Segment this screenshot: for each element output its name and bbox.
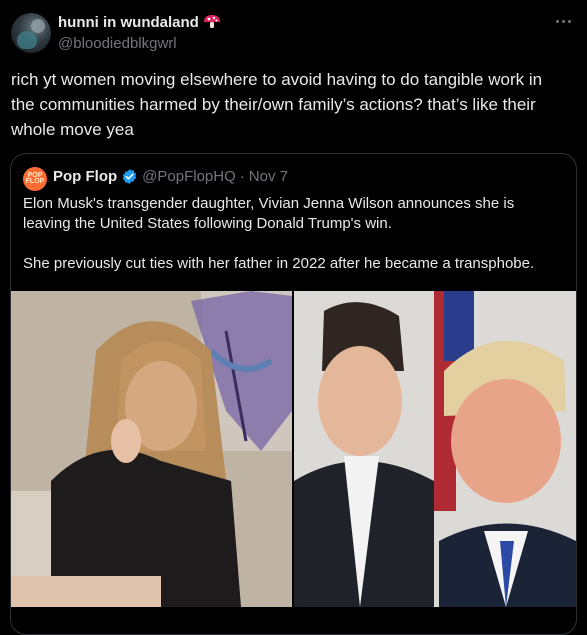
quote-date[interactable]: Nov 7: [249, 168, 288, 185]
quote-media[interactable]: [11, 291, 576, 607]
author-avatar[interactable]: [11, 13, 51, 53]
quoted-tweet[interactable]: POP FLOP Pop Flop @PopFlopHQ · Nov 7 Elo…: [10, 153, 577, 635]
quote-handle[interactable]: @PopFlopHQ: [142, 168, 236, 185]
avatar-highlight: [31, 19, 45, 33]
tweet-text: rich yt women moving elsewhere to avoid …: [11, 67, 571, 142]
quote-header: Pop Flop @PopFlopHQ · Nov 7: [53, 168, 288, 185]
more-options-icon[interactable]: [556, 14, 578, 28]
author-name-row: hunni in wundaland: [58, 13, 221, 31]
verified-badge-icon: [122, 169, 137, 184]
quote-line: Elon Musk's transgender daughter, Vivian…: [23, 195, 515, 212]
photo-right-illustration: [294, 291, 576, 607]
photo-right[interactable]: [294, 291, 576, 607]
photo-left-illustration: [11, 291, 292, 607]
quote-line: She previously cut ties with her father …: [23, 255, 535, 272]
tweet-line: rich yt women moving elsewhere to avoid …: [11, 70, 543, 89]
quote-avatar[interactable]: POP FLOP: [23, 167, 47, 191]
dot: [562, 19, 565, 23]
tweet-line: the communities harmed by their/own fami…: [11, 95, 536, 114]
quote-separator: ·: [239, 168, 245, 185]
quote-avatar-logo: POP FLOP: [25, 172, 45, 185]
quote-display-name[interactable]: Pop Flop: [53, 168, 117, 185]
tweet-line: whole move yea: [11, 120, 134, 139]
quote-line: leaving the United States following Dona…: [23, 215, 392, 232]
dot: [556, 19, 559, 23]
photo-left[interactable]: [11, 291, 292, 607]
quote-line: [23, 234, 563, 254]
quote-text: Elon Musk's transgender daughter, Vivian…: [23, 194, 563, 274]
avatar-figure: [17, 31, 37, 49]
author-display-name[interactable]: hunni in wundaland: [58, 14, 199, 31]
dot: [568, 19, 571, 23]
author-handle[interactable]: @bloodiedblkgwrl: [58, 35, 177, 52]
mushroom-icon: [203, 15, 220, 28]
